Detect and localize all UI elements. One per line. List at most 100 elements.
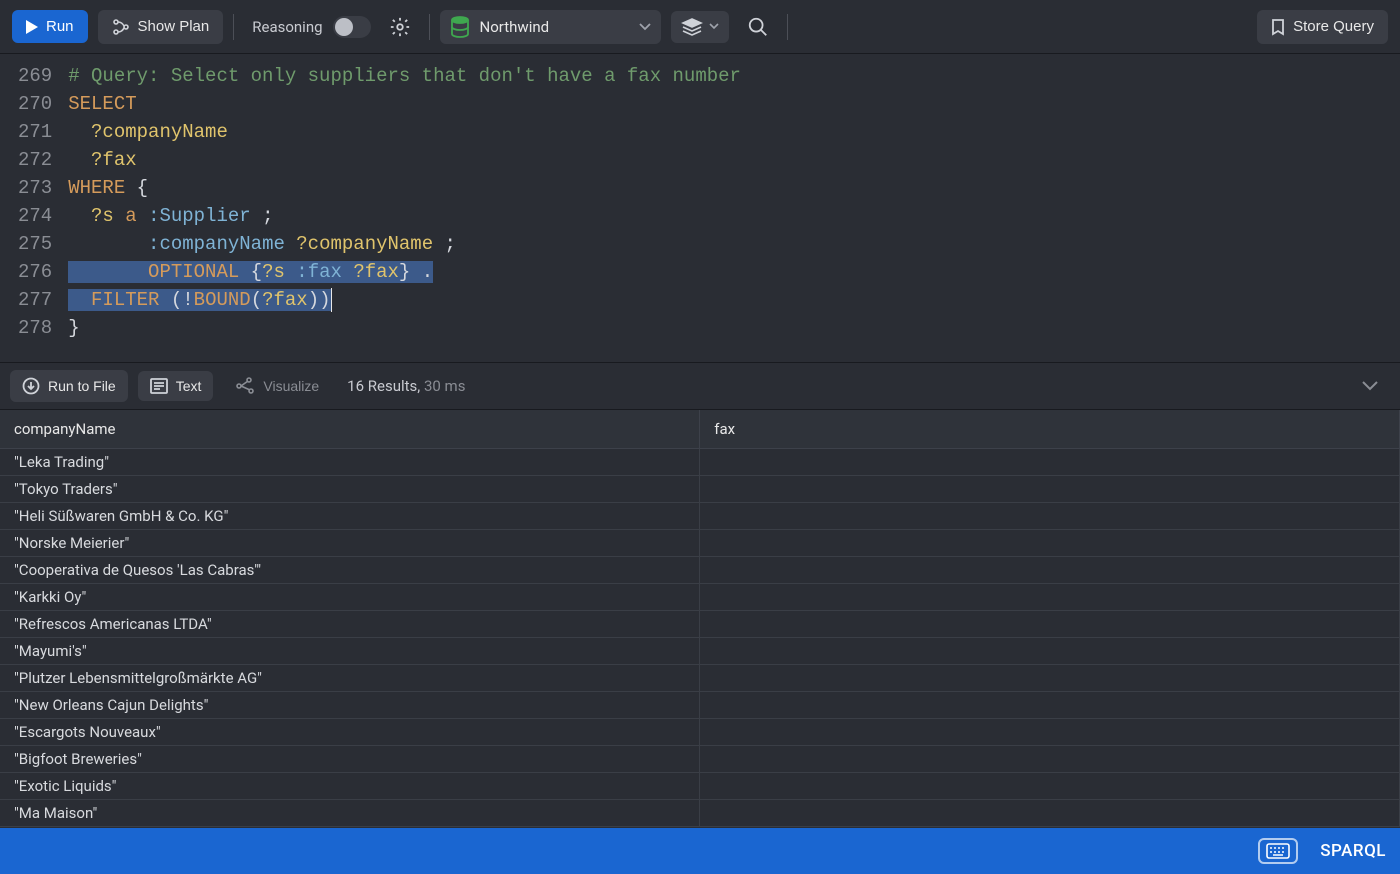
results-table-wrap[interactable]: companyNamefax "Leka Trading""Tokyo Trad… <box>0 410 1400 828</box>
play-icon <box>26 20 38 34</box>
table-cell <box>700 449 1400 476</box>
keyboard-icon <box>1266 843 1290 859</box>
collapse-results-button[interactable] <box>1350 375 1390 397</box>
database-select[interactable]: Northwind <box>440 10 662 44</box>
reasoning-toggle-wrap: Reasoning <box>252 16 370 38</box>
toolbar-divider-3 <box>787 14 788 40</box>
text-icon <box>150 378 168 394</box>
table-cell <box>700 719 1400 746</box>
text-view-button[interactable]: Text <box>138 371 214 401</box>
table-cell <box>700 746 1400 773</box>
top-toolbar: Run Show Plan Reasoning <box>0 0 1400 54</box>
table-cell: "Karkki Oy" <box>0 584 700 611</box>
code-line[interactable]: ?companyName <box>68 118 1400 146</box>
keyboard-shortcuts-button[interactable] <box>1258 838 1298 864</box>
results-toolbar: Run to File Text Visualize 16 Results, 3… <box>0 362 1400 410</box>
table-row[interactable]: "Ma Maison" <box>0 800 1400 827</box>
table-cell <box>700 530 1400 557</box>
results-count: 16 Results, <box>347 377 420 395</box>
table-cell: "Refrescos Americanas LTDA" <box>0 611 700 638</box>
layers-icon <box>681 17 703 37</box>
column-header[interactable]: fax <box>700 410 1400 449</box>
database-icon <box>450 16 470 38</box>
store-query-label: Store Query <box>1293 18 1374 35</box>
code-line[interactable]: # Query: Select only suppliers that don'… <box>68 62 1400 90</box>
table-cell <box>700 773 1400 800</box>
table-cell: "New Orleans Cajun Delights" <box>0 692 700 719</box>
table-cell <box>700 611 1400 638</box>
table-row[interactable]: "Leka Trading" <box>0 449 1400 476</box>
table-row[interactable]: "New Orleans Cajun Delights" <box>0 692 1400 719</box>
search-icon <box>747 16 769 38</box>
table-cell <box>700 584 1400 611</box>
code-line[interactable]: FILTER (!BOUND(?fax)) <box>68 286 1400 314</box>
run-to-file-label: Run to File <box>48 378 116 394</box>
table-row[interactable]: "Cooperativa de Quesos 'Las Cabras'" <box>0 557 1400 584</box>
table-cell <box>700 638 1400 665</box>
table-cell: "Exotic Liquids" <box>0 773 700 800</box>
visualize-label: Visualize <box>263 378 319 394</box>
store-query-button[interactable]: Store Query <box>1257 10 1388 44</box>
code-editor[interactable]: 269270271272273274275276277278 # Query: … <box>0 54 1400 362</box>
reasoning-toggle-knob <box>335 18 353 36</box>
table-cell <box>700 476 1400 503</box>
table-row[interactable]: "Exotic Liquids" <box>0 773 1400 800</box>
layers-button[interactable] <box>671 11 729 43</box>
results-table: companyNamefax "Leka Trading""Tokyo Trad… <box>0 410 1400 827</box>
code-line[interactable]: ?s a :Supplier ; <box>68 202 1400 230</box>
code-line[interactable]: :companyName ?companyName ; <box>68 230 1400 258</box>
table-cell: "Leka Trading" <box>0 449 700 476</box>
table-cell: "Mayumi's" <box>0 638 700 665</box>
show-plan-label: Show Plan <box>138 18 210 35</box>
chevron-down-icon <box>709 23 719 30</box>
editor-code[interactable]: # Query: Select only suppliers that don'… <box>64 54 1400 362</box>
editor-gutter: 269270271272273274275276277278 <box>0 54 64 362</box>
column-header[interactable]: companyName <box>0 410 700 449</box>
results-time: 30 ms <box>424 377 465 395</box>
table-row[interactable]: "Bigfoot Breweries" <box>0 746 1400 773</box>
reasoning-toggle[interactable] <box>333 16 371 38</box>
table-cell: "Heli Süßwaren GmbH & Co. KG" <box>0 503 700 530</box>
table-cell <box>700 692 1400 719</box>
database-name: Northwind <box>480 18 550 36</box>
table-cell <box>700 557 1400 584</box>
chevron-down-icon <box>639 23 651 31</box>
table-row[interactable]: "Mayumi's" <box>0 638 1400 665</box>
run-button[interactable]: Run <box>12 10 88 43</box>
table-row[interactable]: "Plutzer Lebensmittelgroßmärkte AG" <box>0 665 1400 692</box>
table-row[interactable]: "Refrescos Americanas LTDA" <box>0 611 1400 638</box>
settings-button[interactable] <box>381 10 419 44</box>
code-line[interactable]: ?fax <box>68 146 1400 174</box>
table-cell: "Norske Meierier" <box>0 530 700 557</box>
table-cell: "Tokyo Traders" <box>0 476 700 503</box>
reasoning-label: Reasoning <box>252 18 322 36</box>
code-line[interactable]: WHERE { <box>68 174 1400 202</box>
table-cell: "Bigfoot Breweries" <box>0 746 700 773</box>
code-line[interactable]: } <box>68 314 1400 342</box>
bookmark-icon <box>1271 18 1285 36</box>
search-button[interactable] <box>739 10 777 44</box>
code-line[interactable]: OPTIONAL {?s :fax ?fax} . <box>68 258 1400 286</box>
run-to-file-button[interactable]: Run to File <box>10 370 128 402</box>
table-row[interactable]: "Norske Meierier" <box>0 530 1400 557</box>
flow-icon <box>112 18 130 36</box>
language-indicator[interactable]: SPARQL <box>1320 841 1386 861</box>
table-row[interactable]: "Karkki Oy" <box>0 584 1400 611</box>
visualize-button[interactable]: Visualize <box>223 370 331 402</box>
graph-icon <box>235 377 255 395</box>
toolbar-divider <box>233 14 234 40</box>
status-bar: SPARQL <box>0 828 1400 874</box>
table-row[interactable]: "Heli Süßwaren GmbH & Co. KG" <box>0 503 1400 530</box>
download-icon <box>22 377 40 395</box>
table-cell: "Ma Maison" <box>0 800 700 827</box>
table-cell <box>700 800 1400 827</box>
table-cell: "Plutzer Lebensmittelgroßmärkte AG" <box>0 665 700 692</box>
table-cell: "Cooperativa de Quesos 'Las Cabras'" <box>0 557 700 584</box>
text-view-label: Text <box>176 378 202 394</box>
toolbar-divider-2 <box>429 14 430 40</box>
table-row[interactable]: "Tokyo Traders" <box>0 476 1400 503</box>
table-row[interactable]: "Escargots Nouveaux" <box>0 719 1400 746</box>
code-line[interactable]: SELECT <box>68 90 1400 118</box>
table-cell <box>700 503 1400 530</box>
show-plan-button[interactable]: Show Plan <box>98 10 224 44</box>
